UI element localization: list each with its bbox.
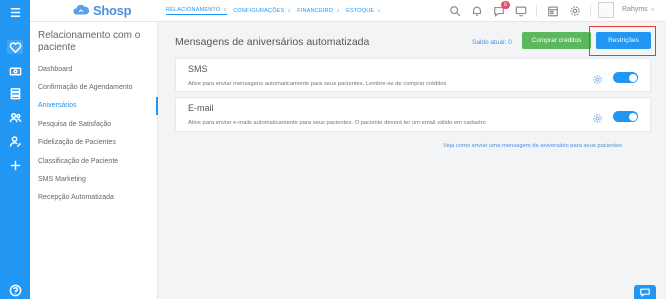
- app-logo[interactable]: Shosp: [72, 2, 132, 18]
- chevron-down-icon: ∨: [287, 8, 292, 14]
- people-icon[interactable]: [7, 110, 23, 124]
- submenu-item-recepcao[interactable]: Recepção Automatizada: [30, 189, 158, 207]
- submenu-item-pesquisa[interactable]: Pesquisa de Satisfação: [30, 116, 158, 134]
- submenu-item-confirmacao[interactable]: Confirmação de Agendamento: [30, 79, 158, 97]
- notification-badge: 6: [501, 0, 510, 9]
- chat-widget-button[interactable]: [634, 285, 656, 299]
- bell-icon[interactable]: [470, 5, 483, 18]
- chevron-down-icon: ∨: [336, 8, 341, 14]
- nav-label: FINANCEIRO: [297, 8, 334, 14]
- restrictions-button[interactable]: Restrições: [596, 32, 651, 49]
- toggle-knob: [628, 73, 637, 82]
- user-menu[interactable]: Rahyms ∨: [622, 6, 654, 13]
- nav-configuracoes[interactable]: CONFIGURAÇÕES ∨: [233, 7, 291, 15]
- submenu-item-dashboard[interactable]: Dashboard: [30, 61, 158, 79]
- main-content: Mensagens de aniversários automatizada S…: [160, 22, 666, 299]
- submenu-item-classificacao[interactable]: Classificação de Paciente: [30, 153, 158, 171]
- submenu-item-aniversarios[interactable]: Aniversários: [30, 97, 158, 115]
- email-card: E-mail Ative para enviar e-mails automat…: [175, 97, 651, 132]
- monitor-icon[interactable]: [514, 5, 527, 18]
- toggle-knob: [628, 112, 637, 121]
- gear-icon[interactable]: [592, 111, 603, 123]
- heart-icon[interactable]: [7, 40, 23, 54]
- nav-estoque[interactable]: ESTOQUE ∨: [346, 7, 381, 15]
- divider: [536, 5, 537, 17]
- nav-label: ESTOQUE: [346, 8, 375, 14]
- submenu-item-sms-marketing[interactable]: SMS Marketing: [30, 171, 158, 189]
- submenu-item-fidelizacao[interactable]: Fidelização de Pacientes: [30, 134, 158, 152]
- page-title: Mensagens de aniversários automatizada: [175, 36, 370, 48]
- divider: [590, 5, 591, 17]
- logo-text: Shosp: [93, 2, 132, 18]
- chevron-down-icon: ∨: [223, 7, 228, 13]
- calendar-icon[interactable]: [546, 5, 559, 18]
- money-icon[interactable]: [7, 64, 23, 78]
- email-toggle[interactable]: [613, 111, 638, 122]
- section-submenu: Relacionamento com o paciente Dashboard …: [30, 22, 158, 299]
- left-rail: [0, 0, 30, 299]
- buy-credits-button[interactable]: Comprar créditos: [522, 32, 591, 49]
- chat-bubble-icon: [640, 288, 650, 297]
- nav-financeiro[interactable]: FINANCEIRO ∨: [297, 7, 340, 15]
- card-title: E-mail: [188, 103, 214, 113]
- header-icons: 6: [448, 0, 591, 19]
- user-edit-icon[interactable]: [7, 134, 23, 148]
- plus-icon[interactable]: [7, 158, 23, 172]
- avatar[interactable]: [598, 2, 614, 18]
- chevron-down-icon: ∨: [650, 6, 655, 13]
- cloud-logo-icon: [73, 4, 90, 15]
- stack-icon[interactable]: [7, 86, 23, 100]
- nav-label: CONFIGURAÇÕES: [233, 8, 285, 14]
- chat-icon[interactable]: 6: [492, 0, 510, 18]
- nav-relacionamento[interactable]: RELACIONAMENTO ∨: [166, 7, 228, 15]
- help-link[interactable]: Veja como enviar uma mensagem de anivers…: [443, 143, 622, 149]
- card-description: Ative para enviar mensagens automaticame…: [188, 81, 447, 87]
- help-icon[interactable]: [7, 283, 23, 297]
- search-icon[interactable]: [448, 5, 461, 18]
- sms-card: SMS Ative para enviar mensagens automati…: [175, 58, 651, 92]
- nav-label: RELACIONAMENTO: [166, 7, 221, 13]
- balance-link[interactable]: Saldo atual: 0: [472, 39, 512, 46]
- user-name: Rahyms: [622, 6, 648, 13]
- app: Shosp RELACIONAMENTO ∨ CONFIGURAÇÕES ∨ F…: [0, 0, 666, 299]
- top-header: Shosp RELACIONAMENTO ∨ CONFIGURAÇÕES ∨ F…: [30, 0, 666, 22]
- sms-toggle[interactable]: [613, 72, 638, 83]
- top-navigation: RELACIONAMENTO ∨ CONFIGURAÇÕES ∨ FINANCE…: [166, 7, 381, 15]
- card-description: Ative para enviar e-mails automaticament…: [188, 120, 486, 126]
- card-title: SMS: [188, 64, 208, 74]
- submenu-title: Relacionamento com o paciente: [38, 30, 141, 53]
- chevron-down-icon: ∨: [377, 8, 382, 14]
- menu-icon[interactable]: [7, 5, 23, 19]
- gear-icon[interactable]: [568, 5, 581, 18]
- gear-icon[interactable]: [592, 72, 603, 84]
